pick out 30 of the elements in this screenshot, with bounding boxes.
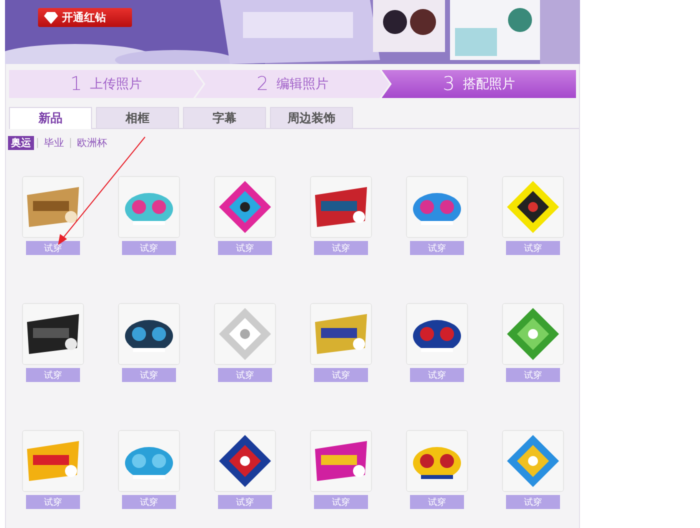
- try-on-button[interactable]: 试穿: [26, 368, 80, 382]
- try-on-button[interactable]: 试穿: [314, 368, 368, 382]
- vip-button[interactable]: 开通红钻: [38, 8, 132, 27]
- try-on-button[interactable]: 试穿: [218, 241, 272, 255]
- step-tab[interactable]: 3 搭配照片: [382, 70, 576, 98]
- try-on-button[interactable]: 试穿: [506, 495, 560, 509]
- try-on-button[interactable]: 试穿: [410, 241, 464, 255]
- step-tab[interactable]: 1 上传照片: [9, 70, 204, 98]
- try-on-button[interactable]: 试穿: [314, 495, 368, 509]
- try-on-button[interactable]: 试穿: [122, 241, 176, 255]
- try-on-button[interactable]: 试穿: [506, 368, 560, 382]
- try-on-button[interactable]: 试穿: [122, 495, 176, 509]
- try-on-button[interactable]: 试穿: [26, 241, 80, 255]
- try-on-button[interactable]: 试穿: [314, 241, 368, 255]
- try-on-button[interactable]: 试穿: [218, 495, 272, 509]
- subcategory-link[interactable]: 奥运: [8, 136, 34, 150]
- try-on-button[interactable]: 试穿: [122, 368, 176, 382]
- category-tab[interactable]: 周边装饰: [270, 107, 353, 128]
- try-on-button[interactable]: 试穿: [410, 495, 464, 509]
- subcategory-link[interactable]: 欧洲杯: [74, 136, 110, 150]
- step-tab[interactable]: 2 编辑照片: [195, 70, 390, 98]
- diamond-icon: [44, 12, 58, 24]
- try-on-button[interactable]: 试穿: [218, 368, 272, 382]
- try-on-button[interactable]: 试穿: [410, 368, 464, 382]
- subcategory-link[interactable]: 毕业: [41, 136, 67, 150]
- category-tab[interactable]: 相框: [96, 107, 179, 128]
- try-on-button[interactable]: 试穿: [506, 241, 560, 255]
- category-tab[interactable]: 字幕: [183, 107, 266, 128]
- category-tab[interactable]: 新品: [9, 107, 92, 129]
- try-on-button[interactable]: 试穿: [26, 495, 80, 509]
